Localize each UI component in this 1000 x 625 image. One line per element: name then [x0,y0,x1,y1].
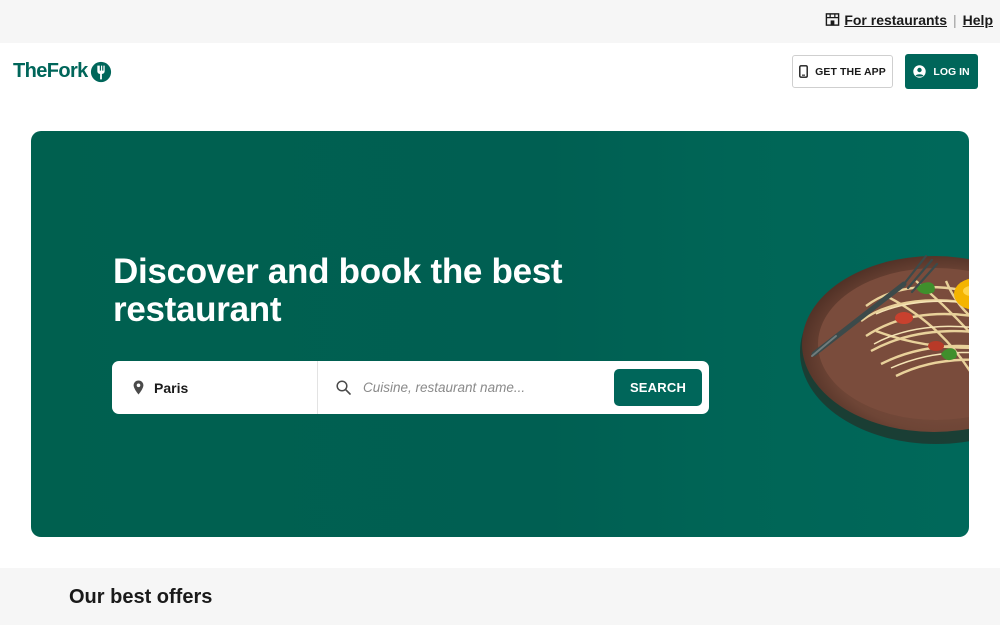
fork-logo-icon [90,61,111,82]
top-utility-bar: For restaurants | Help [0,0,1000,43]
login-button[interactable]: LOG IN [905,54,978,89]
get-the-app-button[interactable]: GET THE APP [792,55,893,88]
thefork-logo[interactable]: TheFork [13,60,112,83]
logo-text: TheFork [13,60,88,82]
search-icon [336,380,351,395]
best-offers-title: Our best offers [69,586,213,608]
search-input[interactable] [363,380,593,395]
best-offers-section: Our best offers [0,568,1000,625]
location-field[interactable]: Paris [112,361,318,414]
location-value: Paris [154,379,189,396]
map-pin-icon [133,380,144,395]
site-header: TheFork GET THE APP LOG IN [0,43,1000,101]
for-restaurants-label: For restaurants [844,12,948,28]
hero-banner: Discover and book the best restaurant Pa… [31,131,969,537]
user-icon [913,65,927,78]
hero-title: Discover and book the best restaurant [113,252,563,329]
get-the-app-label: GET THE APP [815,65,886,78]
for-restaurants-link[interactable]: For restaurants [825,12,947,28]
login-label: LOG IN [933,65,970,78]
phone-icon [799,65,809,78]
search-button[interactable]: SEARCH [614,369,702,406]
topbar-separator: | [953,12,957,28]
search-bar: Paris SEARCH [112,361,709,414]
pasta-plate-image [800,254,969,444]
help-link[interactable]: Help [963,12,993,28]
store-icon [826,13,840,26]
topbar-links: For restaurants | Help [825,12,993,28]
